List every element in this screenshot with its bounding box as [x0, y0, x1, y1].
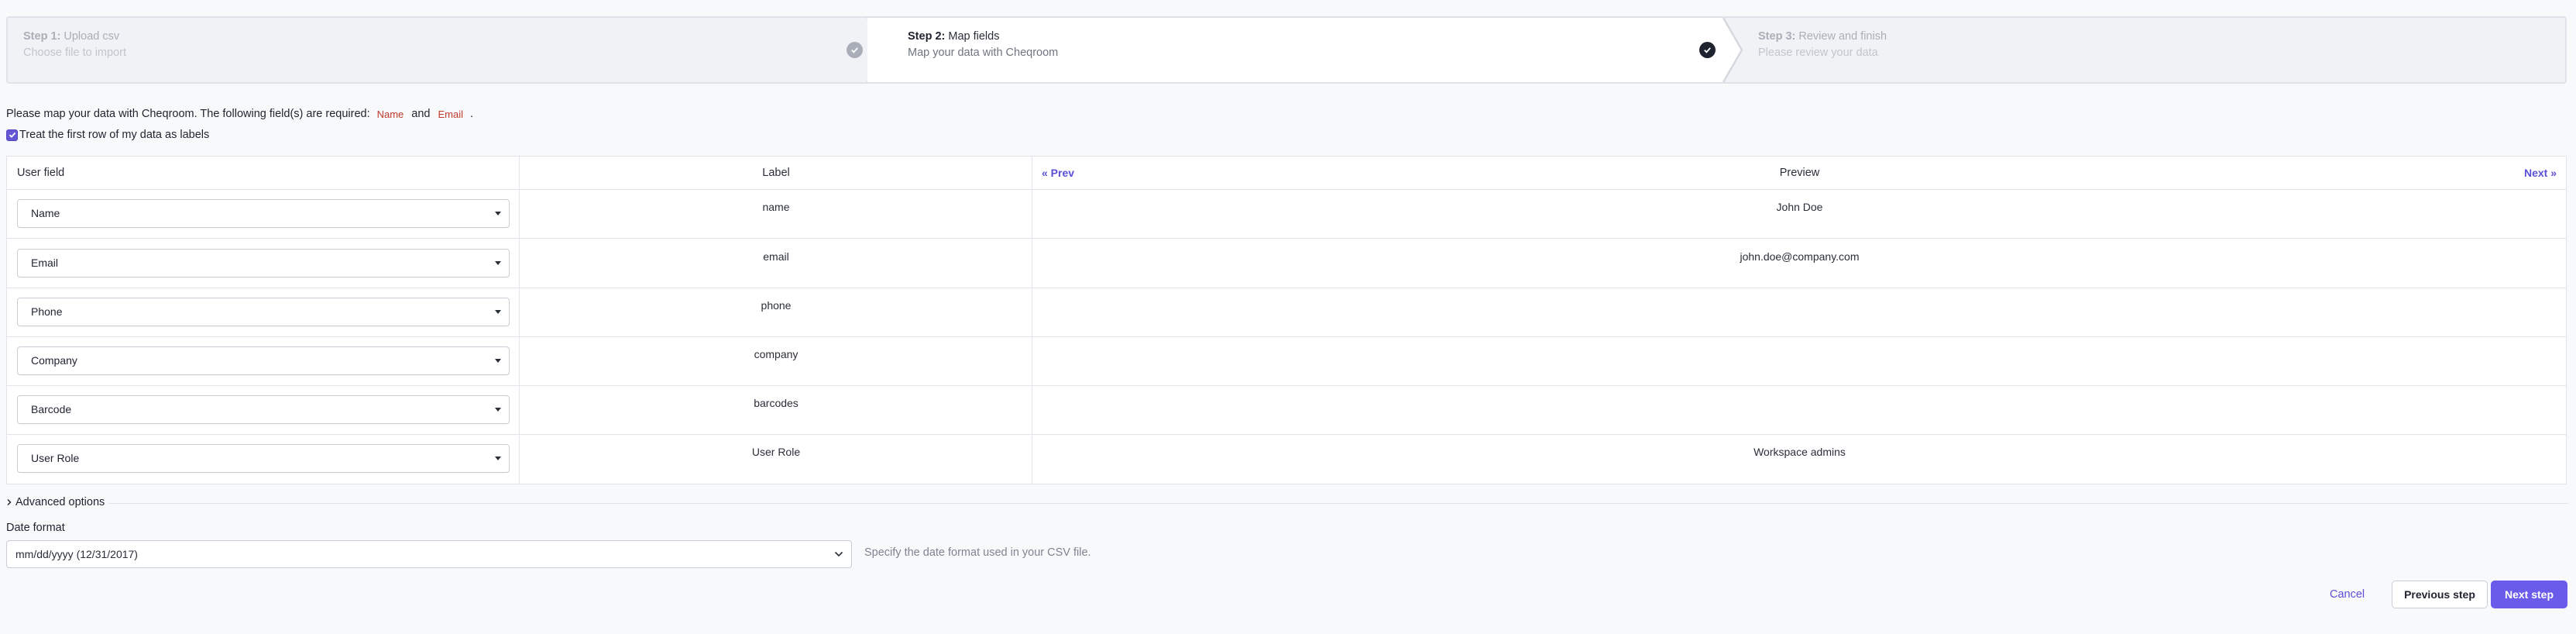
caret-down-icon	[495, 408, 501, 412]
check-circle-icon	[1699, 42, 1716, 58]
chevron-right-icon	[7, 498, 12, 506]
row-preview: John Doe	[1776, 201, 1823, 213]
caret-down-icon	[495, 457, 501, 460]
table-row: Company company	[7, 336, 2566, 386]
treat-first-row-checkbox[interactable]	[6, 129, 18, 141]
select-value: User Role	[31, 452, 80, 464]
step-2-subtitle: Map your data with Cheqroom	[908, 47, 1059, 59]
step-1-subtitle: Choose file to import	[23, 47, 126, 59]
treat-first-row-option[interactable]: Treat the first row of my data as labels	[6, 129, 209, 141]
caret-down-icon	[495, 212, 501, 215]
date-format-select[interactable]: mm/dd/yyyy (12/31/2017)	[6, 540, 852, 568]
step-2-title: Map fields	[948, 30, 1000, 43]
caret-down-icon	[495, 359, 501, 363]
date-format-value: mm/dd/yyyy (12/31/2017)	[15, 548, 138, 560]
step-3-prefix: Step 3:	[1758, 30, 1796, 43]
advanced-options-label: Advanced options	[15, 496, 105, 508]
required-field-email: Email	[438, 108, 464, 120]
user-field-select-email[interactable]: Email	[17, 249, 510, 277]
mapping-instructions: Please map your data with Cheqroom. The …	[6, 108, 473, 120]
select-value: Phone	[31, 305, 63, 318]
row-label: name	[762, 201, 790, 213]
divider	[108, 503, 2568, 504]
row-preview: Workspace admins	[1753, 446, 1846, 458]
header-user-field: User field	[17, 167, 65, 179]
previous-step-button[interactable]: Previous step	[2392, 581, 2488, 608]
step-3-title: Review and finish	[1798, 30, 1887, 43]
table-row: Email email john.doe@company.com	[7, 239, 2566, 288]
caret-down-icon	[495, 310, 501, 314]
step-upload-csv[interactable]: Step 1: Upload csv Choose file to import	[8, 18, 867, 82]
user-field-select-company[interactable]: Company	[17, 346, 510, 375]
step-2-prefix: Step 2:	[908, 30, 946, 43]
row-label: phone	[761, 299, 792, 312]
table-row: User Role User Role Workspace admins	[7, 434, 2566, 483]
header-label: Label	[762, 167, 790, 179]
wizard-steps: Step 1: Upload csv Choose file to import…	[6, 16, 2567, 84]
instructions-text: Please map your data with Cheqroom. The …	[6, 108, 370, 120]
field-mapping-table: User field Label « Prev Preview Next » N…	[6, 156, 2567, 484]
row-preview: john.doe@company.com	[1740, 250, 1860, 263]
row-label: company	[754, 348, 799, 360]
advanced-options-toggle[interactable]: Advanced options	[6, 496, 105, 508]
check-circle-icon	[847, 42, 863, 58]
table-row: Barcode barcodes	[7, 385, 2566, 435]
user-field-select-name[interactable]: Name	[17, 199, 510, 228]
table-row: Name name John Doe	[7, 189, 2566, 239]
header-preview: Preview	[1779, 167, 1820, 179]
select-value: Email	[31, 257, 59, 269]
step-1-title: Upload csv	[64, 30, 120, 43]
required-field-name: Name	[376, 108, 404, 120]
date-format-hint: Specify the date format used in your CSV…	[864, 546, 1091, 559]
table-row: Phone phone	[7, 288, 2566, 337]
user-field-select-barcode[interactable]: Barcode	[17, 395, 510, 424]
row-label: User Role	[751, 446, 801, 458]
treat-first-row-label: Treat the first row of my data as labels	[19, 129, 210, 141]
preview-next-link[interactable]: Next »	[2524, 157, 2557, 189]
select-value: Company	[31, 354, 77, 367]
user-field-select-phone[interactable]: Phone	[17, 298, 510, 326]
table-header: User field Label « Prev Preview Next »	[7, 157, 2566, 190]
row-label: barcodes	[754, 397, 799, 409]
instructions-end: .	[470, 108, 474, 120]
user-field-select-user-role[interactable]: User Role	[17, 444, 510, 473]
step-review-finish[interactable]: Step 3: Review and finish Please review …	[1723, 18, 2565, 82]
row-label: email	[763, 250, 789, 263]
next-step-button[interactable]: Next step	[2491, 581, 2567, 608]
select-value: Name	[31, 207, 60, 219]
select-value: Barcode	[31, 403, 72, 415]
step-1-prefix: Step 1:	[23, 30, 61, 43]
chevron-down-icon	[834, 551, 843, 557]
step-3-subtitle: Please review your data	[1758, 47, 1878, 59]
step-map-fields[interactable]: Step 2: Map fields Map your data with Ch…	[867, 18, 1723, 82]
caret-down-icon	[495, 261, 501, 265]
instructions-and: and	[411, 108, 431, 120]
cancel-button[interactable]: Cancel	[2325, 583, 2369, 606]
date-format-label: Date format	[6, 522, 65, 534]
checkbox-check-icon	[9, 132, 15, 138]
